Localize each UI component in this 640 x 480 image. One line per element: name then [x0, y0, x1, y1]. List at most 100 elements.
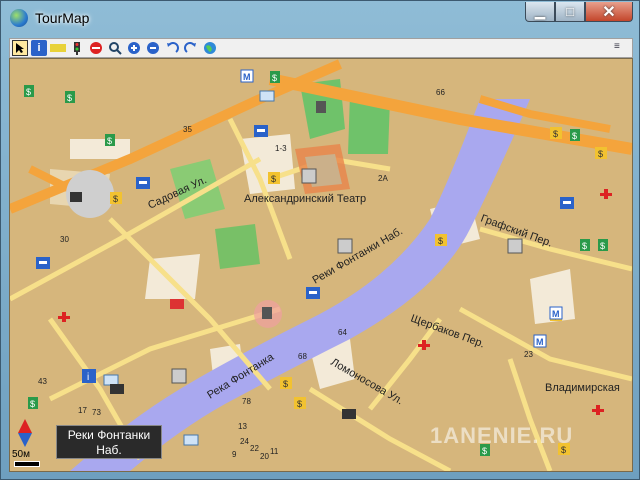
cafe-icon — [342, 409, 356, 419]
parking-icon — [306, 287, 320, 299]
info-line-2: Наб. — [96, 443, 122, 457]
dollar-icon: $ — [24, 85, 34, 97]
redo-icon[interactable] — [183, 40, 199, 56]
svg-text:$: $ — [67, 93, 72, 103]
svg-text:$: $ — [30, 399, 35, 409]
house-number: 64 — [338, 328, 347, 337]
svg-text:$: $ — [107, 136, 112, 146]
trash-icon — [262, 307, 272, 319]
close-icon: ✕ — [602, 3, 616, 21]
house-number: 22 — [250, 444, 259, 453]
dollar-icon: $ — [268, 172, 280, 184]
scale-label: 50м — [12, 449, 30, 460]
zoom-in-icon[interactable] — [126, 40, 142, 56]
svg-text:$: $ — [600, 241, 605, 251]
house-number: 78 — [242, 397, 251, 406]
maximize-icon: □ — [566, 4, 574, 19]
house-number: 20 — [260, 452, 269, 461]
svg-text:M: M — [552, 309, 560, 319]
dollar-icon: $ — [580, 239, 590, 251]
title-bar[interactable]: TourMap ▁ □ ✕ — [1, 1, 639, 35]
svg-text:i: i — [87, 372, 89, 383]
close-button[interactable]: ✕ — [585, 2, 633, 22]
house-number: 68 — [298, 352, 307, 361]
dollar-icon: $ — [28, 397, 38, 409]
park-area — [215, 224, 260, 269]
house-number: 2А — [378, 174, 388, 183]
dollar-icon: $ — [570, 129, 580, 141]
museum-icon — [337, 238, 353, 254]
parking-icon — [560, 197, 574, 209]
house-number: 24 — [240, 437, 249, 446]
house-number: 1-3 — [275, 144, 287, 153]
cafe-icon — [110, 384, 124, 394]
info-tool-icon[interactable]: i — [31, 40, 47, 56]
map-view[interactable]: Садовая Ул. Реки Фонтанки Наб. Река Фонт… — [9, 58, 633, 472]
magnifier-tool-icon[interactable] — [107, 40, 123, 56]
map-canvas[interactable]: Садовая Ул. Реки Фонтанки Наб. Река Фонт… — [10, 59, 632, 471]
window-title: TourMap — [35, 10, 90, 26]
cafe-icon — [70, 192, 82, 202]
house-number: 35 — [183, 125, 192, 134]
house-number: 73 — [92, 408, 101, 417]
parking-icon — [136, 177, 150, 189]
svg-text:M: M — [243, 72, 251, 82]
theatre-label: Александринский Театр — [244, 193, 366, 205]
globe-icon[interactable] — [202, 40, 218, 56]
svg-text:$: $ — [297, 399, 302, 409]
dollar-icon: $ — [435, 234, 447, 246]
dollar-icon: $ — [280, 377, 292, 389]
dollar-icon: $ — [105, 134, 115, 146]
parking-icon — [36, 257, 50, 269]
undo-icon[interactable] — [164, 40, 180, 56]
svg-text:$: $ — [582, 241, 587, 251]
svg-text:$: $ — [438, 236, 443, 246]
dollar-icon: $ — [270, 71, 280, 83]
toolbar-menu-icon[interactable]: ≡ — [614, 41, 628, 55]
stop-tool-icon[interactable] — [88, 40, 104, 56]
svg-text:$: $ — [272, 73, 277, 83]
svg-text:$: $ — [598, 149, 603, 159]
maximize-button[interactable]: □ — [555, 2, 585, 22]
map-toolbar: i ≡ — [9, 38, 633, 58]
dollar-icon: $ — [595, 147, 607, 159]
dollar-icon: $ — [598, 239, 608, 251]
metro-icon: M — [533, 334, 547, 348]
house-number: 23 — [524, 350, 533, 359]
dollar-icon: $ — [65, 91, 75, 103]
svg-text:$: $ — [26, 87, 31, 97]
mail-icon — [183, 434, 199, 446]
info-icon: i — [82, 369, 96, 383]
minimize-button[interactable]: ▁ — [525, 2, 555, 22]
parking-icon — [254, 125, 268, 137]
trash-icon — [316, 101, 326, 113]
mail-icon — [259, 90, 275, 102]
svg-text:$: $ — [271, 174, 276, 184]
watermark: 1ANENIE.RU — [430, 423, 574, 448]
museum-icon — [301, 168, 317, 184]
svg-text:$: $ — [572, 131, 577, 141]
museum-icon — [171, 368, 187, 384]
metro-icon: M — [549, 306, 563, 320]
pointer-tool-icon[interactable] — [12, 40, 28, 56]
metro-icon: M — [240, 69, 254, 83]
ruler-tool-icon[interactable] — [50, 44, 66, 52]
app-window: TourMap ▁ □ ✕ i ≡ Садовая Ул. Реки Фонта… — [0, 0, 640, 480]
bus-icon — [170, 299, 184, 309]
scale-bar — [14, 461, 40, 467]
mail-icon — [103, 374, 119, 386]
svg-text:M: M — [536, 337, 544, 347]
svg-text:$: $ — [113, 194, 118, 204]
museum-icon — [507, 238, 523, 254]
street-info-box: Реки Фонтанки Наб. — [56, 425, 162, 459]
zoom-out-icon[interactable] — [145, 40, 161, 56]
house-number: 30 — [60, 235, 69, 244]
compass-icon[interactable] — [18, 419, 32, 447]
house-number: 43 — [38, 377, 47, 386]
traffic-light-tool-icon[interactable] — [69, 40, 85, 56]
house-number: 66 — [436, 88, 445, 97]
house-number: 11 — [270, 447, 279, 456]
house-number: 9 — [232, 450, 237, 459]
dollar-icon: $ — [550, 127, 562, 139]
dollar-icon: $ — [294, 397, 306, 409]
